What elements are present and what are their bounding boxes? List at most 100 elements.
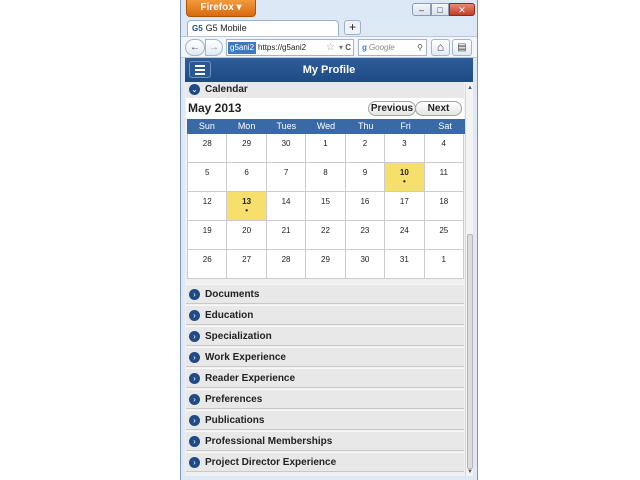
calendar-day-cell[interactable]: 9 [345,163,386,192]
calendar-day-cell[interactable]: 30 [266,134,307,163]
calendar-day-cell[interactable]: 1 [424,250,464,279]
section-professional-memberships[interactable]: › Professional Memberships [186,431,464,451]
day-number: 4 [441,139,446,148]
scroll-up-icon[interactable]: ▲ [466,84,473,92]
calendar-day-cell[interactable]: 2 [345,134,386,163]
calendar-day-cell[interactable]: 6 [227,163,267,192]
weekday-label: Wed [316,121,336,131]
calendar-day-cell[interactable]: 7 [266,163,307,192]
section-publications[interactable]: › Publications [186,410,464,430]
calendar-day-cell[interactable]: 19 [188,221,228,250]
google-icon[interactable]: g [362,43,367,52]
section-label: Specialization [205,331,272,342]
home-button[interactable]: ⌂ [431,39,450,56]
calendar-day-cell[interactable]: 18 [424,192,464,221]
next-month-button[interactable]: Next [415,101,462,116]
chevron-right-icon: › [189,352,200,363]
calendar-day-cell[interactable]: 26 [188,250,228,279]
chevron-right-icon: › [189,331,200,342]
calendar-day-cell[interactable]: 17 [385,192,425,221]
section-label: Project Director Experience [205,457,337,468]
page-content: My Profile ⌄ Calendar May 2013 Previous … [185,58,473,476]
event-marker: • [402,177,406,186]
weekday-label: Sun [198,121,215,131]
weekday-label: Thu [357,121,374,131]
chevron-down-icon: ⌄ [189,84,200,95]
search-icon[interactable]: ⚲ [417,40,423,55]
calendar-day-cell[interactable]: 25 [424,221,464,250]
calendar-day-cell[interactable]: 23 [345,221,386,250]
section-label: Work Experience [205,352,286,363]
url-bar[interactable]: g5ani2 https://g5ani2 ☆ ▾ C [226,39,354,56]
calendar-day-cell[interactable]: 29 [227,134,267,163]
day-number: 17 [399,197,409,206]
day-number: 18 [439,197,449,206]
browser-window: Firefox ▾ – □ ✕ G5 G5 Mobile + ← → g5ani2… [180,0,478,480]
calendar-day-cell[interactable]: 27 [227,250,267,279]
section-work-experience[interactable]: › Work Experience [186,347,464,367]
day-number: 27 [242,255,252,264]
chevron-right-icon: › [189,289,200,300]
back-button[interactable]: ← [185,39,205,56]
calendar-day-cell[interactable]: 22 [306,221,346,250]
url-dropdown-icon[interactable]: ▾ [339,40,343,55]
bookmarks-toolbar-button[interactable]: ▤ [452,39,472,56]
minimize-button[interactable]: – [412,3,431,16]
maximize-button[interactable]: □ [431,3,449,16]
calendar-day-cell[interactable]: 13 • [227,192,267,221]
tab-g5-mobile[interactable]: G5 G5 Mobile [187,20,339,36]
site-favicon-icon: G5 [192,24,203,33]
scrollbar-thumb[interactable] [467,234,473,469]
calendar-day-cell[interactable]: 12 [188,192,228,221]
calendar-day-cell[interactable]: 5 [188,163,228,192]
calendar-day-cell[interactable]: 1 [306,134,346,163]
chevron-right-icon: › [189,394,200,405]
section-preferences[interactable]: › Preferences [186,389,464,409]
calendar-day-cell[interactable]: 28 [188,134,228,163]
search-box[interactable]: g Google ⚲ [358,39,427,56]
day-number: 30 [281,139,291,148]
chevron-right-icon: › [189,373,200,384]
section-documents[interactable]: › Documents [186,284,464,304]
bookmark-star-icon[interactable]: ☆ [326,40,335,55]
chevron-right-icon: › [189,457,200,468]
new-tab-button[interactable]: + [344,20,361,35]
calendar-day-cell[interactable]: 14 [266,192,307,221]
chevron-right-icon: › [189,415,200,426]
day-number: 16 [360,197,370,206]
close-button[interactable]: ✕ [449,3,475,16]
title-bar: Firefox ▾ – □ ✕ [181,0,477,20]
section-education[interactable]: › Education [186,305,464,325]
reload-icon[interactable]: C [345,40,351,55]
calendar-day-cell[interactable]: 16 [345,192,386,221]
day-number: 26 [202,255,212,264]
calendar-day-cell[interactable]: 21 [266,221,307,250]
section-reader-experience[interactable]: › Reader Experience [186,368,464,388]
tab-title: G5 Mobile [205,23,247,33]
calendar-day-cell[interactable]: 28 [266,250,307,279]
calendar-day-cell[interactable]: 4 [424,134,464,163]
previous-month-button[interactable]: Previous [368,101,416,116]
calendar-day-cell[interactable]: 10 • [385,163,425,192]
scrollbar[interactable]: ▲ ▼ [465,84,473,476]
scroll-down-icon[interactable]: ▼ [466,468,473,476]
section-project-director-experience[interactable]: › Project Director Experience [186,452,464,472]
calendar-day-cell[interactable]: 15 [306,192,346,221]
firefox-menu-button[interactable]: Firefox ▾ [186,0,256,17]
tab-bar: G5 G5 Mobile + [181,20,477,36]
day-number: 31 [399,255,409,264]
site-identity-badge[interactable]: g5ani2 [228,42,257,54]
calendar-day-cell[interactable]: 20 [227,221,267,250]
weekday-header: Sun Mon Tues Wed Thu Fri Sat [187,119,465,134]
calendar-day-cell[interactable]: 29 [306,250,346,279]
forward-button[interactable]: → [205,39,223,56]
day-number: 22 [321,226,330,235]
calendar-day-cell[interactable]: 8 [306,163,346,192]
section-specialization[interactable]: › Specialization [186,326,464,346]
calendar-day-cell[interactable]: 31 [385,250,425,279]
calendar-day-cell[interactable]: 30 [345,250,386,279]
calendar-day-cell[interactable]: 24 [385,221,425,250]
calendar-day-cell[interactable]: 11 [424,163,464,192]
calendar-day-cell[interactable]: 3 [385,134,425,163]
calendar-section-header[interactable]: ⌄ Calendar [186,82,464,99]
